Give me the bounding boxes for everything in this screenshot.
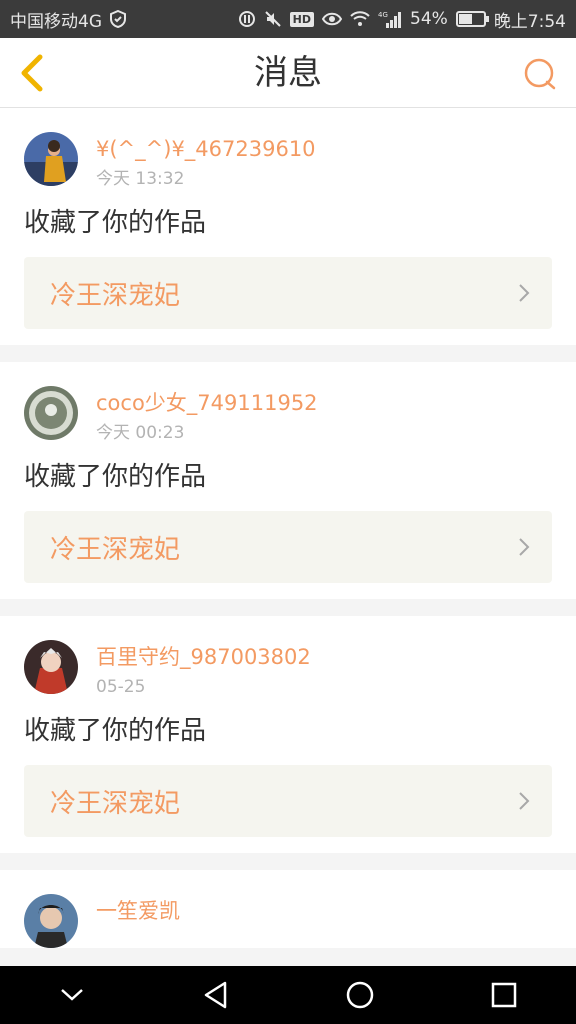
user-meta: 百里守约_987003802 05-25 <box>96 640 311 698</box>
username[interactable]: 百里守约_987003802 <box>96 644 311 670</box>
chevron-right-icon <box>518 537 530 557</box>
message-item[interactable]: coco少女_749111952 今天 00:23 收藏了你的作品 冷王深宠妃 <box>0 362 576 599</box>
message-item[interactable]: 一笙爱凯 <box>0 870 576 948</box>
work-link[interactable]: 冷王深宠妃 <box>24 257 552 329</box>
battery-level <box>458 14 472 24</box>
message-item[interactable]: 百里守约_987003802 05-25 收藏了你的作品 冷王深宠妃 <box>0 616 576 853</box>
avatar[interactable] <box>24 386 78 440</box>
nav-home-button[interactable] <box>330 966 390 1024</box>
shield-icon <box>110 10 126 28</box>
avatar[interactable] <box>24 132 78 186</box>
hd-icon: HD <box>289 11 315 27</box>
username[interactable]: coco少女_749111952 <box>96 390 318 416</box>
chat-button[interactable] <box>520 54 560 94</box>
nav-home-icon <box>346 981 374 1009</box>
message-list[interactable]: ¥(^_^)¥_467239610 今天 13:32 收藏了你的作品 冷王深宠妃 <box>0 108 576 966</box>
message-header: 百里守约_987003802 05-25 <box>24 616 552 698</box>
username[interactable]: ¥(^_^)¥_467239610 <box>96 136 316 162</box>
chevron-right-icon <box>518 283 530 303</box>
eye-icon <box>322 12 343 26</box>
clock: 晚上7:54 <box>493 11 566 32</box>
nav-recents-icon <box>491 982 517 1008</box>
svg-text:4G: 4G <box>378 11 388 19</box>
action-text: 收藏了你的作品 <box>24 208 207 238</box>
username[interactable]: 一笙爱凯 <box>96 898 180 924</box>
mute-icon <box>264 10 282 28</box>
page-title: 消息 <box>254 53 322 93</box>
work-title: 冷王深宠妃 <box>50 280 181 311</box>
chevron-right-icon <box>518 791 530 811</box>
wifi-icon <box>350 11 370 27</box>
message-header: 一笙爱凯 <box>24 870 552 948</box>
nav-hide-icon <box>61 989 83 1001</box>
work-link[interactable]: 冷王深宠妃 <box>24 765 552 837</box>
action-text: 收藏了你的作品 <box>24 716 207 746</box>
message-item[interactable]: ¥(^_^)¥_467239610 今天 13:32 收藏了你的作品 冷王深宠妃 <box>0 108 576 345</box>
avatar[interactable] <box>24 894 78 948</box>
app-header: 消息 <box>0 38 576 108</box>
action-text: 收藏了你的作品 <box>24 462 207 492</box>
nav-hide-button[interactable] <box>42 966 102 1024</box>
timestamp: 05-25 <box>96 677 146 697</box>
work-title: 冷王深宠妃 <box>50 788 181 819</box>
status-left: 中国移动4G <box>10 7 126 32</box>
user-meta: 一笙爱凯 <box>96 894 180 930</box>
battery-percent: 54% <box>410 9 448 29</box>
chat-bubble-icon <box>524 58 556 90</box>
timestamp: 今天 13:32 <box>96 169 185 189</box>
nav-back-icon <box>204 981 227 1009</box>
timestamp: 今天 00:23 <box>96 423 185 443</box>
work-link[interactable]: 冷王深宠妃 <box>24 511 552 583</box>
work-title: 冷王深宠妃 <box>50 534 181 565</box>
data-saver-icon <box>238 10 256 28</box>
nav-recents-button[interactable] <box>474 966 534 1024</box>
status-right: HD 4G 54% 晚上7:54 <box>238 7 566 32</box>
user-meta: ¥(^_^)¥_467239610 今天 13:32 <box>96 132 316 190</box>
user-meta: coco少女_749111952 今天 00:23 <box>96 386 318 444</box>
system-nav-bar <box>0 966 576 1024</box>
status-bar: 中国移动4G HD 4G 54% 晚上7:54 <box>0 0 576 38</box>
avatar[interactable] <box>24 640 78 694</box>
carrier-label: 中国移动4G <box>10 11 102 32</box>
nav-back-button[interactable] <box>186 966 246 1024</box>
message-header: ¥(^_^)¥_467239610 今天 13:32 <box>24 108 552 190</box>
battery-icon <box>455 11 489 27</box>
message-header: coco少女_749111952 今天 00:23 <box>24 362 552 444</box>
signal-icon: 4G <box>378 10 402 28</box>
